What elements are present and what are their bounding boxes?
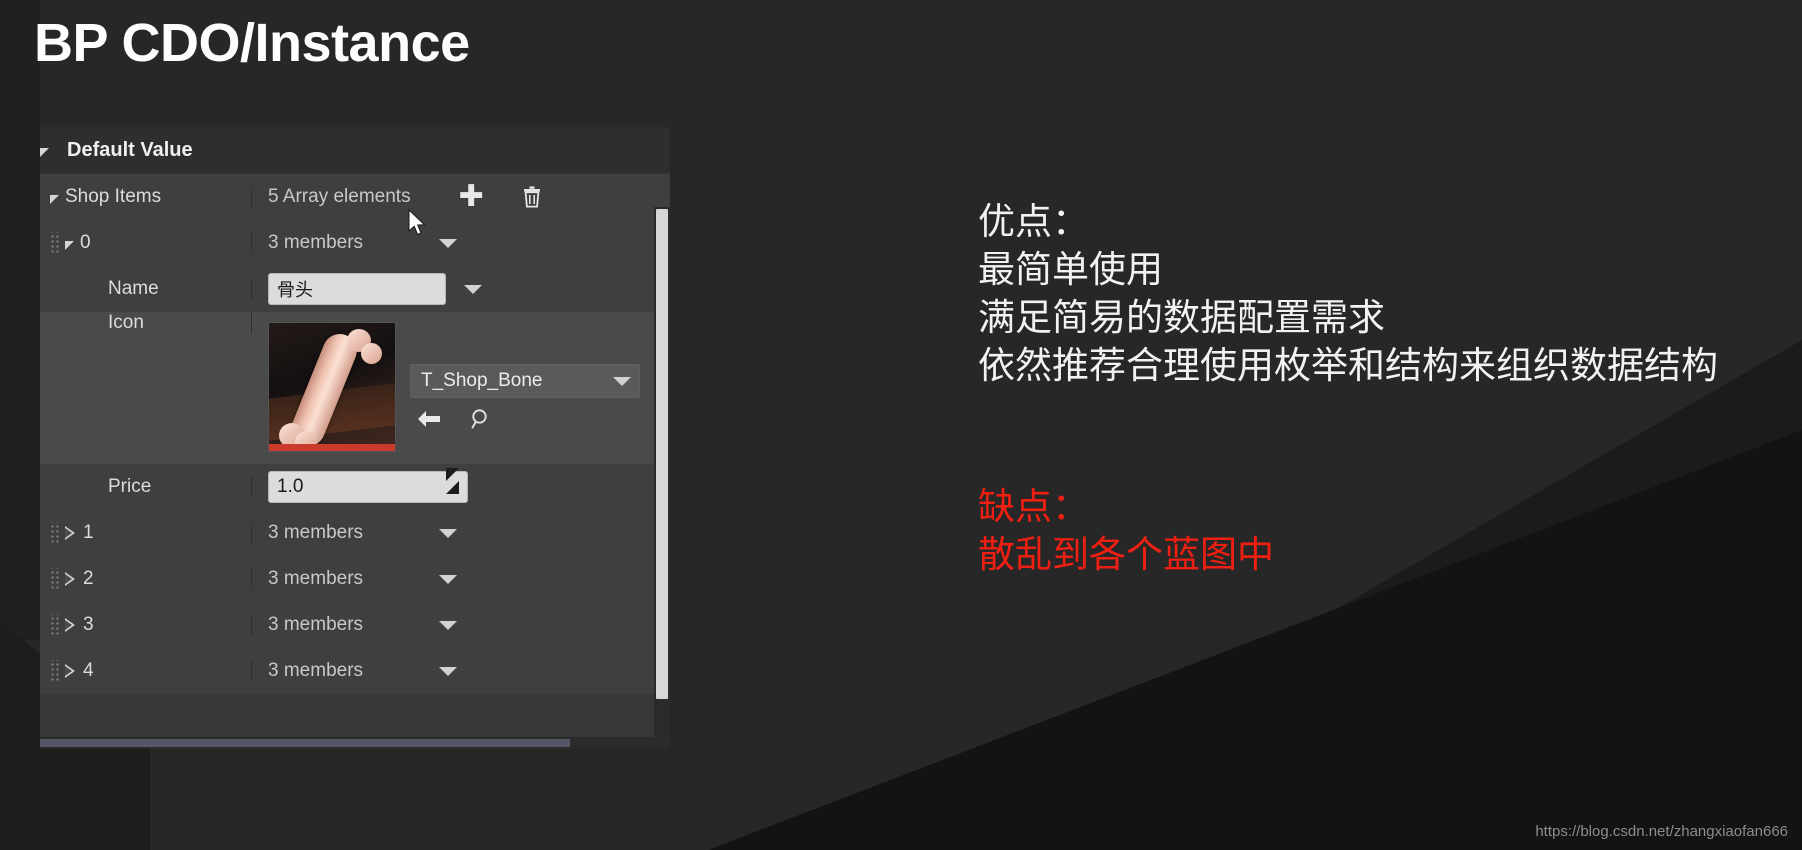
price-input[interactable]: 1.0 xyxy=(277,476,303,498)
slide-canvas: BP CDO/Instance Default Value Shop Items… xyxy=(0,0,1802,850)
row-shop-items-value-cell: 5 Array elements ✚ xyxy=(252,182,670,212)
row-element-1-value-cell: 3 members xyxy=(252,522,670,544)
expander-triangle-right-icon[interactable] xyxy=(65,525,75,541)
cons-line-1: 散乱到各个蓝图中 xyxy=(978,534,1274,576)
add-array-element-plus-icon[interactable]: ✚ xyxy=(459,182,484,212)
asset-action-buttons xyxy=(410,408,640,430)
drag-handle-icon[interactable] xyxy=(50,660,59,682)
row-name-name-cell: Name xyxy=(40,278,252,300)
background-wedge-left xyxy=(0,0,40,640)
row-shop-items-name-cell: Shop Items xyxy=(40,186,252,208)
pros-line-1: 最简单使用 xyxy=(978,249,1163,291)
asset-combo-box[interactable]: T_Shop_Bone xyxy=(410,364,640,398)
row-array-element-2[interactable]: 2 3 members xyxy=(40,556,670,602)
drag-handle-icon[interactable] xyxy=(50,614,59,636)
watermark-url: https://blog.csdn.net/zhangxiaofan666 xyxy=(1535,823,1788,840)
drag-handle-icon[interactable] xyxy=(50,232,59,254)
asset-thumbnail-preview[interactable] xyxy=(268,322,396,452)
row-array-element-0[interactable]: 0 3 members xyxy=(40,220,670,266)
page-title: BP CDO/Instance xyxy=(34,13,470,73)
expander-triangle-right-icon[interactable] xyxy=(65,663,75,679)
back-arrow-icon[interactable] xyxy=(416,409,442,429)
pros-text-block: 优点： 最简单使用 满足简易的数据配置需求 依然推荐合理使用枚举和结构来组织数据… xyxy=(978,198,1718,390)
cons-heading: 缺点： xyxy=(978,486,1089,527)
asset-chevron-down-icon[interactable] xyxy=(613,376,631,386)
row-icon-value-cell: T_Shop_Bone xyxy=(252,312,670,452)
row-array-element-4[interactable]: 4 3 members xyxy=(40,648,670,694)
element-4-chevron-down-icon[interactable] xyxy=(439,666,458,676)
element-0-chevron-down-icon[interactable] xyxy=(439,238,458,248)
row-array-element-3[interactable]: 3 3 members xyxy=(40,602,670,648)
row-element-0-label: 0 xyxy=(80,232,91,253)
row-name-label: Name xyxy=(108,278,159,299)
row-element-2-label: 2 xyxy=(83,568,94,589)
element-1-members-label: 3 members xyxy=(268,522,364,543)
row-element-3-label: 3 xyxy=(83,614,94,635)
element-3-chevron-down-icon[interactable] xyxy=(439,620,458,630)
panel-header-default-value[interactable]: Default Value xyxy=(40,128,670,174)
expander-triangle-right-icon[interactable] xyxy=(65,617,75,633)
row-element-2-value-cell: 3 members xyxy=(252,568,670,590)
pros-line-3: 依然推荐合理使用枚举和结构来组织数据结构 xyxy=(978,345,1718,387)
row-price-label: Price xyxy=(108,476,152,497)
element-0-members-label: 3 members xyxy=(268,232,364,253)
element-1-chevron-down-icon[interactable] xyxy=(439,528,458,538)
row-element-3-value-cell: 3 members xyxy=(252,614,670,636)
shop-items-count-label: 5 Array elements xyxy=(268,186,411,207)
row-element-4-value-cell: 3 members xyxy=(252,660,670,682)
pros-heading: 优点： xyxy=(978,201,1089,242)
price-spinner-icon[interactable] xyxy=(446,467,459,494)
vertical-scrollbar-thumb[interactable] xyxy=(656,209,668,699)
horizontal-scrollbar-thumb[interactable] xyxy=(40,739,570,747)
background-wedge-right-upper xyxy=(902,340,1802,850)
row-element-4-name-cell: 4 xyxy=(40,660,252,682)
row-name[interactable]: Name 骨头 xyxy=(40,266,670,312)
row-element-2-name-cell: 2 xyxy=(40,568,252,590)
mouse-cursor-icon xyxy=(408,208,428,239)
asset-picker-controls: T_Shop_Bone xyxy=(410,322,640,430)
drag-handle-icon[interactable] xyxy=(50,568,59,590)
expander-triangle-down-icon[interactable] xyxy=(50,194,59,204)
row-price[interactable]: Price 1.0 xyxy=(40,464,670,510)
row-name-value-cell: 骨头 xyxy=(252,273,670,305)
magnifier-icon[interactable] xyxy=(470,408,492,430)
row-element-4-label: 4 xyxy=(83,660,94,681)
name-dropdown-chevron-down-icon[interactable] xyxy=(464,284,482,294)
pros-line-2: 满足简易的数据配置需求 xyxy=(978,297,1385,339)
element-4-members-label: 3 members xyxy=(268,660,364,681)
cons-text-block: 缺点： 散乱到各个蓝图中 xyxy=(978,483,1274,579)
row-element-3-name-cell: 3 xyxy=(40,614,252,636)
row-element-0-value-cell: 3 members xyxy=(252,232,670,254)
price-input-wrapper[interactable]: 1.0 xyxy=(268,467,468,503)
row-shop-items-label: Shop Items xyxy=(65,186,162,207)
drag-handle-icon[interactable] xyxy=(50,522,59,544)
row-price-name-cell: Price xyxy=(40,476,252,498)
horizontal-scrollbar-track[interactable] xyxy=(40,737,670,749)
row-array-element-1[interactable]: 1 3 members xyxy=(40,510,670,556)
panel-header-label: Default Value xyxy=(67,139,193,161)
expander-triangle-right-icon[interactable] xyxy=(65,571,75,587)
row-price-value-cell: 1.0 xyxy=(252,467,670,503)
element-3-members-label: 3 members xyxy=(268,614,364,635)
row-icon-label: Icon xyxy=(108,312,144,333)
clear-array-trash-icon[interactable] xyxy=(522,185,542,209)
name-input[interactable]: 骨头 xyxy=(268,273,446,305)
element-2-chevron-down-icon[interactable] xyxy=(439,574,458,584)
row-element-1-name-cell: 1 xyxy=(40,522,252,544)
row-element-0-name-cell: 0 xyxy=(40,232,252,254)
expander-triangle-down-icon[interactable] xyxy=(40,148,49,157)
row-shop-items[interactable]: Shop Items 5 Array elements ✚ xyxy=(40,174,670,220)
asset-name-label: T_Shop_Bone xyxy=(421,370,543,391)
bone-knob xyxy=(361,343,382,364)
row-icon-name-cell: Icon xyxy=(40,312,252,334)
details-panel: Default Value Shop Items 5 Array element… xyxy=(40,127,670,737)
expander-triangle-down-icon[interactable] xyxy=(65,240,74,250)
asset-type-color-bar xyxy=(269,444,395,451)
row-icon[interactable]: Icon T_Shop_Bone xyxy=(40,312,670,464)
row-element-1-label: 1 xyxy=(83,522,94,543)
element-2-members-label: 3 members xyxy=(268,568,364,589)
vertical-scrollbar-track[interactable] xyxy=(654,207,670,737)
